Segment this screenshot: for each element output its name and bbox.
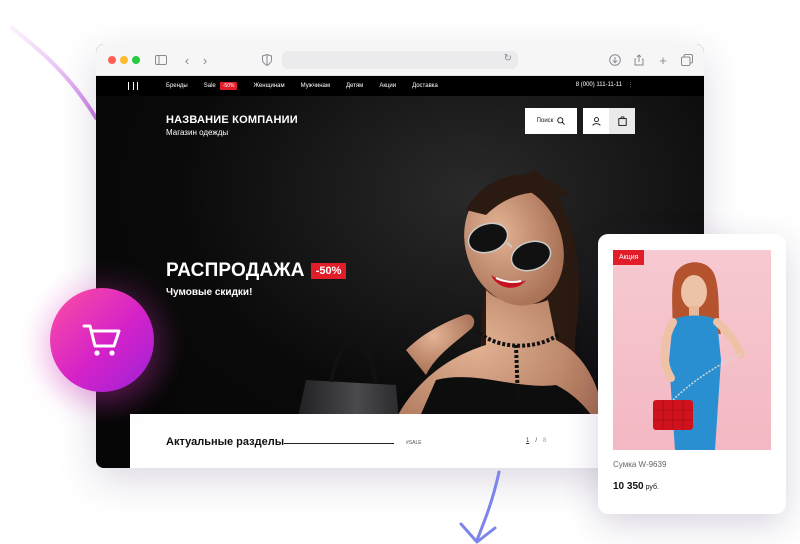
nav-link-kids[interactable]: Детям [346,83,363,89]
nav-link-women[interactable]: Женщинам [253,83,284,89]
menu-icon[interactable] [128,82,138,90]
sections-divider [284,443,394,444]
company-subtitle: Магазин одежды [166,128,229,137]
minimize-window-button[interactable] [120,56,128,64]
shopping-bag-icon [617,116,627,126]
cart-bubble [50,288,154,392]
company-logo[interactable]: НАЗВАНИЕ КОМПАНИИ Магазин одежды [166,114,298,137]
hero-title: РАСПРОДАЖА [166,260,305,281]
tabs-overview-icon[interactable] [678,51,696,69]
shopping-cart-icon [82,324,121,356]
more-options-icon[interactable]: ⋮ [627,81,634,89]
price-currency: руб. [645,484,659,491]
hero-subtitle: Чумовые скидки! [166,287,253,298]
nav-link-sale[interactable]: Sale [204,83,216,89]
nav-links: Бренды Sale -50% Женщинам Мужчинам Детям… [166,76,454,96]
nav-link-men[interactable]: Мужчинам [301,83,330,89]
sale-badge: -50% [219,82,238,90]
new-tab-icon[interactable]: + [654,51,672,69]
close-window-button[interactable] [108,56,116,64]
sale-tag-link[interactable]: #SALE [406,440,422,446]
address-bar[interactable]: ↻ [282,51,518,69]
pager-separator: / [535,438,538,444]
pager-total-pages: 8 [543,438,547,444]
sections-title: Актуальные разделы [166,436,285,448]
pager-current-page[interactable]: 1 [526,438,529,444]
share-icon[interactable] [630,51,648,69]
price-value: 10 350 [613,481,644,492]
phone-number[interactable]: 8 (000) 111-11-11 [576,82,622,88]
product-card[interactable]: Акция Сумка W-9639 10 350 руб. [598,234,786,514]
maximize-window-button[interactable] [132,56,140,64]
hero-headline: РАСПРОДАЖА -50% [166,260,347,282]
nav-link-brands[interactable]: Бренды [166,83,188,89]
hero-discount-badge: -50% [310,263,347,279]
user-icon [591,116,601,126]
decorative-arrow [459,470,501,544]
reload-icon[interactable]: ↻ [504,53,512,64]
hero-model-image [291,170,606,448]
sidebar-toggle-icon[interactable] [152,51,170,69]
cart-button[interactable] [609,108,635,134]
company-name: НАЗВАНИЕ КОМПАНИИ [166,114,298,126]
browser-toolbar: ‹ › ↻ + [96,44,704,76]
nav-link-delivery[interactable]: Доставка [412,83,438,89]
top-navigation: Бренды Sale -50% Женщинам Мужчинам Детям… [96,76,704,96]
product-price: 10 350 руб. [613,481,659,492]
product-image [613,250,771,450]
download-icon[interactable] [606,51,624,69]
promo-badge: Акция [613,250,645,265]
product-name[interactable]: Сумка W-9639 [613,460,666,469]
privacy-shield-icon[interactable] [258,51,276,69]
back-icon[interactable]: ‹ [178,51,196,69]
search-label: Поиск [536,118,554,124]
nav-link-promotions[interactable]: Акции [379,83,396,89]
sections-pager: 1 / 8 [526,438,546,444]
forward-icon[interactable]: › [196,51,214,69]
search-icon [557,117,566,125]
